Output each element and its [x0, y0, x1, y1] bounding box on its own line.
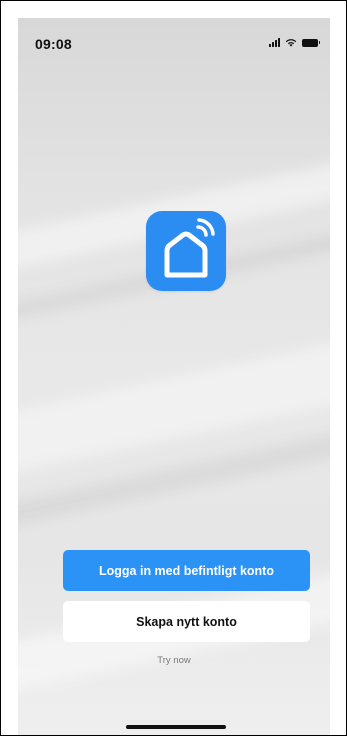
welcome-screen: 09:08 Logga in med befintligt konto Skap…: [18, 18, 330, 735]
status-time: 09:08: [35, 36, 72, 52]
login-button-label: Logga in med befintligt konto: [99, 563, 274, 578]
wifi-icon: [285, 39, 297, 47]
app-logo: [146, 211, 226, 291]
device-frame: 09:08 Logga in med befintligt konto Skap…: [0, 0, 347, 736]
try-now-link[interactable]: Try now: [18, 655, 330, 666]
status-bar: 09:08: [18, 18, 330, 62]
create-button-label: Skapa nytt konto: [136, 614, 237, 629]
smart-home-wifi-icon: [164, 218, 215, 278]
home-indicator[interactable]: [126, 725, 226, 729]
create-account-button[interactable]: Skapa nytt konto: [63, 601, 310, 642]
login-existing-account-button[interactable]: Logga in med befintligt konto: [63, 550, 310, 591]
battery-icon: [302, 38, 320, 47]
cellular-signal-icon: [269, 38, 280, 47]
status-icons: [269, 38, 320, 47]
